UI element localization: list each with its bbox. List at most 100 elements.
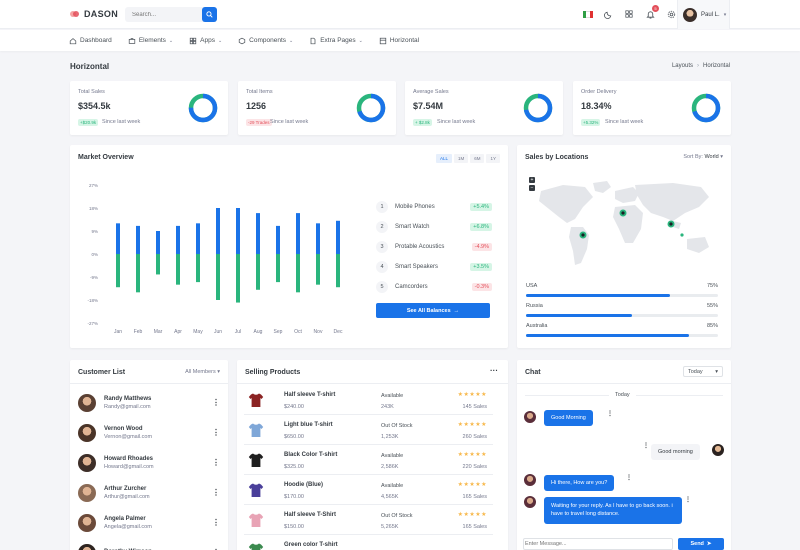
- location-head: USA 75%: [526, 283, 718, 289]
- breadcrumb-item-layouts[interactable]: Layouts: [672, 63, 693, 69]
- product-sales: 260 Sales: [462, 434, 487, 440]
- nav-item-elements[interactable]: Elements ⌄: [128, 37, 173, 45]
- see-all-balances-button[interactable]: See All Balances →: [376, 303, 490, 318]
- customer-name: Angela Palmer: [104, 516, 146, 522]
- customer-row[interactable]: Vernon Wood Vernon@gmail.com ⋮: [78, 418, 220, 448]
- chart-bar: [216, 208, 220, 254]
- product-row[interactable]: Black Color T-shirt $325.00 Available 2,586…: [244, 445, 493, 475]
- chat-message-input[interactable]: [525, 540, 665, 548]
- sort-value: World: [704, 154, 719, 160]
- range-tab-all[interactable]: ALL: [435, 154, 452, 163]
- market-item-row[interactable]: 5 Camcorders -0.3%: [376, 277, 492, 297]
- message-options-icon[interactable]: ⋮: [685, 496, 691, 503]
- user-menu[interactable]: Paul L. ▾: [677, 0, 730, 29]
- product-row[interactable]: Half sleeve T-Shirt $150.00 Out Of Stock 5,…: [244, 505, 493, 535]
- more-options-icon[interactable]: ⋮: [212, 458, 220, 467]
- page-title: Horizontal: [70, 62, 110, 71]
- apps-button[interactable]: [623, 8, 635, 20]
- grid-icon: [189, 37, 197, 44]
- language-flag-icon[interactable]: [583, 10, 593, 18]
- product-sales: 220 Sales: [462, 464, 487, 470]
- rank-badge: 4: [376, 261, 388, 273]
- range-tab-1m[interactable]: 1M: [453, 154, 469, 163]
- more-options-icon[interactable]: ···: [490, 366, 498, 375]
- avatar: [524, 496, 536, 508]
- search-button[interactable]: [202, 7, 217, 22]
- stat-donut-chart: [356, 93, 386, 123]
- nav-item-components[interactable]: Components ⌄: [238, 37, 293, 45]
- customer-row[interactable]: Howard Rhoades Howard@gmail.com ⋮: [78, 448, 220, 478]
- nav-item-dashboard[interactable]: Dashboard: [69, 37, 112, 45]
- customer-row[interactable]: Randy Matthews Randy@gmail.com ⋮: [78, 388, 220, 418]
- settings-button[interactable]: [665, 8, 677, 20]
- more-options-icon[interactable]: ⋮: [212, 428, 220, 437]
- brand-logo[interactable]: DASON: [70, 9, 118, 19]
- message-options-icon[interactable]: ⋮: [626, 474, 632, 481]
- country-name: Russia: [526, 303, 543, 309]
- nav-item-horizontal[interactable]: Horizontal: [379, 37, 419, 45]
- market-item-row[interactable]: 3 Protable Acoustics -4.9%: [376, 237, 492, 257]
- dark-mode-button[interactable]: [602, 8, 614, 20]
- avatar: [78, 424, 96, 442]
- selling-products-card: Selling Products ··· Half sleeve T-shirt…: [237, 360, 508, 550]
- more-options-icon[interactable]: ⋮: [212, 488, 220, 497]
- y-tick-label: 18%: [89, 206, 98, 211]
- product-row[interactable]: Hoodie (Blue) $170.00 Available 4,565K ★★★★★…: [244, 475, 493, 505]
- tshirt-icon: [248, 513, 264, 527]
- chat-message: Hi there, How are you?: [544, 475, 615, 491]
- send-button[interactable]: Send ➤: [678, 538, 724, 550]
- product-row[interactable]: Light blue T-shirt $650.00 Out Of Stock 1,2…: [244, 415, 493, 445]
- chat-day-filter[interactable]: Today ▾: [683, 366, 723, 377]
- search-input[interactable]: [125, 7, 199, 22]
- card-title: Chat: [525, 369, 541, 376]
- stat-value: $354.5k: [78, 101, 111, 111]
- product-row[interactable]: Half sleeve T-shirt $240.00 Available 243K ★…: [244, 385, 493, 415]
- message-options-icon[interactable]: ⋮: [607, 410, 613, 417]
- customer-row[interactable]: Angela Palmer Angela@gmail.com ⋮: [78, 508, 220, 538]
- range-tab-1y[interactable]: 1Y: [486, 154, 500, 163]
- market-item-row[interactable]: 4 Smart Speakers +3.5%: [376, 257, 492, 277]
- chart-bar: [136, 225, 140, 254]
- more-options-icon[interactable]: ⋮: [212, 518, 220, 527]
- stat-card: Total Sales $354.5k +$20.9k Since last week: [70, 81, 228, 135]
- stat-trend-badge: +5.32%: [581, 119, 601, 126]
- header-actions: 5: [583, 5, 677, 20]
- sort-dropdown[interactable]: Sort By: World ▾: [683, 154, 723, 160]
- customer-row[interactable]: Arthur Zurcher Arthur@gmail.com ⋮: [78, 478, 220, 508]
- rating-stars-icon: ★★★★★: [457, 452, 487, 458]
- progress-track: [526, 294, 718, 297]
- customer-row[interactable]: Dorothy Wimson⋮: [78, 538, 220, 550]
- chart-bar: [116, 223, 120, 254]
- product-row[interactable]: Green color T-shirt: [244, 535, 493, 550]
- members-filter-dropdown[interactable]: All Members ▾: [185, 369, 220, 375]
- layout-icon: [379, 37, 387, 44]
- range-tab-6m[interactable]: 6M: [470, 154, 485, 163]
- avatar: [524, 411, 536, 423]
- notifications-button[interactable]: 5: [644, 5, 659, 20]
- nav-item-extra-pages[interactable]: Extra Pages ⌄: [309, 37, 363, 45]
- briefcase-icon: [128, 37, 135, 44]
- location-row: Russia 55%: [526, 303, 718, 317]
- chevron-down-icon: ▾: [723, 11, 727, 18]
- more-options-icon[interactable]: ⋮: [212, 398, 220, 407]
- chart-bar: [296, 254, 300, 293]
- nav-item-apps[interactable]: Apps ⌄: [189, 37, 222, 45]
- moon-icon: [603, 11, 611, 19]
- stat-label: Total Sales: [78, 89, 105, 95]
- product-price: $150.00: [284, 524, 304, 530]
- stat-label: Order Delivery: [581, 89, 617, 95]
- customer-name: Randy Matthews: [104, 396, 152, 402]
- product-quantity: 5,265K: [381, 524, 399, 530]
- market-item-row[interactable]: 1 Mobile Phones +5.4%: [376, 197, 492, 217]
- market-item-name: Protable Acoustics: [395, 244, 445, 250]
- y-tick-label: -9%: [90, 275, 98, 280]
- stat-donut-chart: [188, 93, 218, 123]
- product-name: Green color T-shirt: [284, 542, 338, 548]
- chart-bar: [296, 213, 300, 254]
- filter-label: Today: [688, 368, 703, 375]
- stat-since-label: Since last week: [102, 119, 141, 125]
- send-icon: ➤: [706, 541, 712, 547]
- market-item-row[interactable]: 2 Smart Watch +6.8%: [376, 217, 492, 237]
- message-options-icon[interactable]: ⋮: [643, 442, 649, 449]
- chevron-down-icon: ▾: [217, 369, 220, 375]
